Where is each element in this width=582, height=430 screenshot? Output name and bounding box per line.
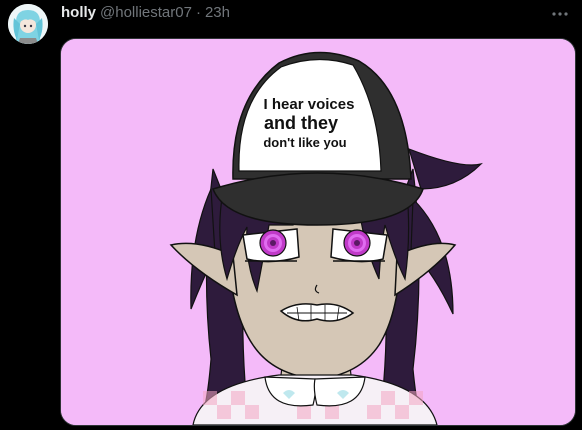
more-horizontal-icon: [552, 12, 568, 16]
cap-text-line-1: I hear voices: [264, 96, 355, 113]
header-separator: ·: [195, 4, 201, 21]
post-header: holly @holliestar07 · 23h: [61, 4, 230, 22]
author-handle[interactable]: @holliestar07: [100, 4, 192, 22]
profile-avatar-icon[interactable]: [8, 4, 48, 44]
more-options-button[interactable]: [546, 2, 574, 26]
post-container: holly @holliestar07 · 23h I hear voices …: [0, 0, 582, 430]
avatar-drawing: [8, 4, 48, 44]
post-timestamp[interactable]: 23h: [205, 4, 230, 22]
drawing-image: I hear voices and they don't like you: [61, 39, 575, 425]
cap-text-line-2: and they: [264, 113, 338, 133]
post-media[interactable]: I hear voices and they don't like you: [60, 38, 576, 426]
author-display-name[interactable]: holly: [61, 4, 96, 22]
cap-text-line-3: don't like you: [263, 135, 346, 150]
